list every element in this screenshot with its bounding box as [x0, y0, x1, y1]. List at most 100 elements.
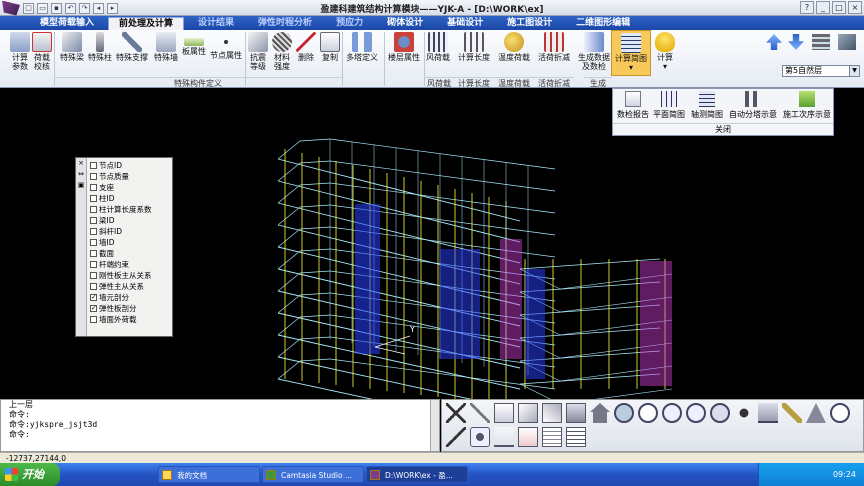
camera-icon[interactable] [470, 427, 490, 447]
pan-icon[interactable] [734, 403, 754, 423]
tab-model-load-input[interactable]: 模型荷载输入 [30, 17, 104, 30]
wrench-icon[interactable] [446, 427, 466, 447]
taskbar-item-yjk[interactable]: D:\WORK\ex - 盈... [366, 466, 468, 483]
calc-length-button[interactable]: 计算长度 [454, 30, 494, 76]
angle-icon[interactable] [494, 427, 514, 447]
dropdown-item-construction-sequence[interactable]: 施工次序示意 [781, 91, 833, 120]
section-view-icon[interactable] [758, 403, 778, 423]
display-option-checkbox[interactable] [90, 250, 97, 257]
command-input[interactable]: 命令: [1, 430, 439, 440]
display-option-item[interactable]: 弹性主从关系 [90, 281, 152, 292]
display-option-checkbox[interactable] [90, 184, 97, 191]
dropdown-item-check-report[interactable]: 数检报告 [615, 91, 651, 120]
zoom-window-icon[interactable] [638, 403, 658, 423]
display-option-item[interactable]: ✓ 墙元剖分 [90, 292, 152, 303]
status-bar: -12737,27144,0 [0, 452, 864, 463]
temperature-load-button[interactable]: 温度荷载 [494, 30, 534, 76]
axis-icon[interactable] [830, 403, 850, 423]
zoom-out-icon[interactable] [686, 403, 706, 423]
live-load-reduction-button[interactable]: 活荷折减 [534, 30, 574, 76]
display-option-item[interactable]: 墙ID [90, 237, 152, 248]
panel-pin-icon[interactable]: ▣ [76, 180, 86, 191]
generate-data-button[interactable]: 生成数据 及数检 [574, 30, 614, 76]
display-option-item[interactable]: 柱ID [90, 193, 152, 204]
display-option-checkbox[interactable] [90, 228, 97, 235]
view-cube-iso-icon[interactable] [566, 403, 586, 423]
taskbar-item-my-documents[interactable]: 我的文档 [158, 466, 260, 483]
chevron-down-icon[interactable]: ▼ [849, 66, 859, 76]
display-option-item[interactable]: 墙面外荷载 [90, 314, 152, 325]
tab-foundation[interactable]: 基础设计 [437, 17, 493, 30]
close-button[interactable]: × [848, 1, 862, 14]
display-option-item[interactable]: 梁ID [90, 215, 152, 226]
display-option-item[interactable]: 刚性板主从关系 [90, 270, 152, 281]
display-option-item[interactable]: 截面 [90, 248, 152, 259]
display-option-checkbox[interactable] [90, 206, 97, 213]
display-option-item[interactable]: 节点质量 [90, 171, 152, 182]
dropdown-item-plan-diagram[interactable]: 平面简图 [651, 91, 687, 120]
model-line [519, 383, 561, 405]
display-option-checkbox[interactable] [90, 316, 97, 323]
display-option-item[interactable]: 支座 [90, 182, 152, 193]
perspective-icon[interactable] [806, 403, 826, 423]
display-option-checkbox[interactable]: ✓ [90, 294, 97, 301]
display-option-checkbox[interactable] [90, 162, 97, 169]
display-option-checkbox[interactable] [90, 173, 97, 180]
display-option-checkbox[interactable]: ✓ [90, 305, 97, 312]
view-cube-front-icon[interactable] [494, 403, 514, 423]
zoom-extents-icon[interactable] [710, 403, 730, 423]
tab-2d-graphics[interactable]: 二维图形编辑 [566, 17, 640, 30]
display-option-checkbox[interactable] [90, 261, 97, 268]
document-icon[interactable] [542, 427, 562, 447]
tab-design-results[interactable]: 设计结果 [188, 17, 244, 30]
display-option-checkbox[interactable] [90, 195, 97, 202]
panel-dock-icon[interactable]: ⇔ [76, 169, 86, 180]
view-cube-top-icon[interactable] [542, 403, 562, 423]
list-icon[interactable] [566, 427, 586, 447]
view-cube-side-icon[interactable] [518, 403, 538, 423]
tab-prestress[interactable]: 预应力 [326, 17, 373, 30]
scissors-icon[interactable] [446, 403, 466, 423]
display-option-checkbox[interactable] [90, 272, 97, 279]
minimize-button[interactable]: _ [816, 1, 830, 14]
orbit-icon[interactable] [614, 403, 634, 423]
multi-tower-button[interactable]: 多塔定义 [342, 30, 382, 76]
quick-launch-icon[interactable] [70, 466, 80, 483]
tab-construction-drawing[interactable]: 施工图设计 [497, 17, 562, 30]
tab-time-history[interactable]: 弹性时程分析 [248, 17, 322, 30]
floor-down-icon[interactable] [788, 34, 804, 50]
zoom-in-icon[interactable] [662, 403, 682, 423]
display-option-item[interactable]: 斜杆ID [90, 226, 152, 237]
tab-masonry[interactable]: 砌体设计 [377, 17, 433, 30]
display-option-checkbox[interactable] [90, 217, 97, 224]
wind-load-button[interactable]: 风荷载 [418, 30, 458, 76]
display-option-item[interactable]: 柱计算长度系数 [90, 204, 152, 215]
dropdown-close-button[interactable]: 关闭 [613, 123, 833, 135]
command-scrollbar[interactable] [430, 400, 439, 451]
calculate-button[interactable]: 计算 ▾ [645, 30, 685, 76]
display-option-checkbox[interactable] [90, 283, 97, 290]
tab-preprocess-calc[interactable]: 前处理及计算 [108, 16, 185, 30]
home-view-icon[interactable] [590, 403, 610, 423]
maximize-button[interactable]: □ [832, 1, 846, 14]
display-option-checkbox[interactable] [90, 239, 97, 246]
taskbar-item-camtasia[interactable]: Camtasia Studio ... [262, 466, 364, 483]
command-window[interactable]: 上一层 命令: 命令:yjkspre_jsjt3d 命令: [0, 399, 440, 452]
pdf-icon[interactable] [518, 427, 538, 447]
all-floors-icon[interactable] [812, 34, 830, 50]
display-option-item[interactable]: 杆端约束 [90, 259, 152, 270]
display-option-item[interactable]: 节点ID [90, 160, 152, 171]
floor-select[interactable]: 第5自然层 ▼ [782, 65, 860, 77]
model-line [277, 360, 301, 380]
help-button[interactable]: ? [800, 1, 814, 14]
panel-close-icon[interactable]: × [76, 158, 86, 169]
tools-icon[interactable] [470, 403, 490, 423]
floor-assembly-icon[interactable] [838, 34, 856, 50]
measure-icon[interactable] [782, 403, 802, 423]
dropdown-item-axonometric-diagram[interactable]: 轴测简图 [689, 91, 725, 120]
dropdown-item-auto-tower-split[interactable]: 自动分塔示意 [727, 91, 779, 120]
display-option-label: 截面 [99, 249, 114, 258]
start-button[interactable]: 开始 [0, 463, 60, 486]
display-option-item[interactable]: ✓ 弹性板剖分 [90, 303, 152, 314]
floor-up-icon[interactable] [766, 34, 782, 50]
